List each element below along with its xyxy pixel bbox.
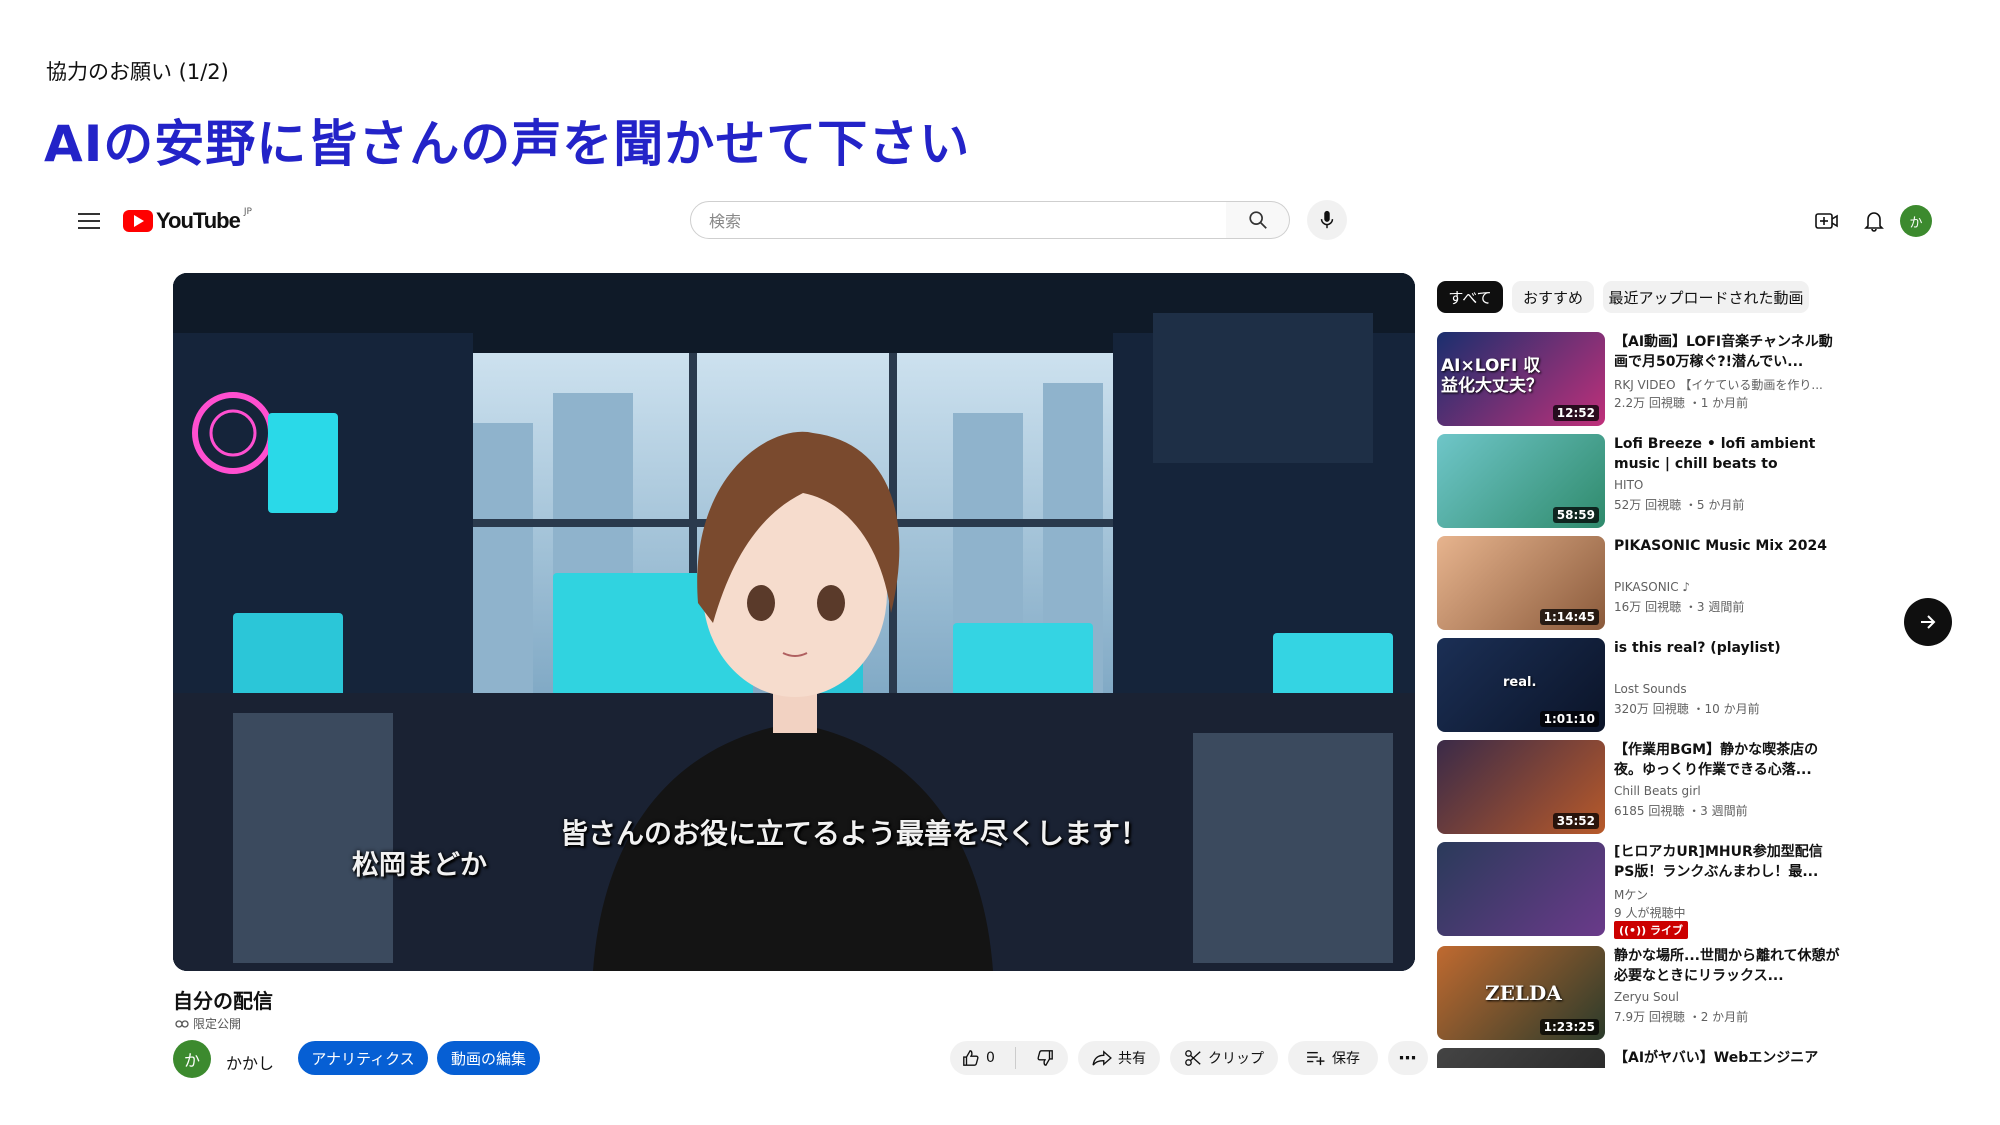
privacy-label: 限定公開 [193,1017,242,1031]
recommendation-thumbnail[interactable] [1437,1048,1605,1068]
save-button[interactable]: 保存 [1288,1041,1378,1075]
like-button[interactable]: 0 [962,1049,995,1067]
recommendation-channel[interactable]: Lost Sounds [1614,682,1846,696]
recommendation-meta: 9 人が視聴中 [1614,906,1686,920]
clip-label: クリップ [1208,1051,1264,1067]
clip-button[interactable]: クリップ [1170,1041,1278,1075]
live-badge: ((•)) ライブ [1614,921,1688,939]
recommendation-item[interactable]: 35:52 【作業用BGM】静かな喫茶店の夜。ゆっくり作業できる心落... Chil… [1437,740,1857,836]
create-video-button[interactable] [1811,205,1843,237]
duration-badge: 1:23:25 [1539,1019,1599,1035]
recommendation-meta: 6185 回視聴 ・3 週間前 [1614,804,1748,818]
duration-badge: 1:14:45 [1539,609,1599,625]
chip-recent-uploads[interactable]: 最近アップロードされた動画 [1603,281,1809,313]
recommendation-item[interactable]: 【AIがヤバい】Webエンジニア [1437,1048,1857,1068]
like-count: 0 [986,1050,995,1066]
slide-title: AIの安野に皆さんの声を聞かせて下さい [44,115,971,173]
recommendation-meta: 320万 回視聴 ・10 か月前 [1614,702,1760,716]
next-button[interactable] [1904,598,1952,646]
recommendation-meta: 2.2万 回視聴 ・1 か月前 [1614,396,1749,410]
recommendation-meta: 52万 回視聴 ・5 か月前 [1614,498,1745,512]
create-video-icon [1815,213,1838,229]
search-icon [1248,211,1267,229]
thumbnail-text: real. [1503,675,1537,690]
recommendation-thumbnail[interactable]: 58:59 [1437,434,1605,528]
channel-avatar[interactable]: か [173,1040,211,1078]
recommendation-item[interactable]: 58:59 Lofi Breeze • lofi ambient music | … [1437,434,1857,530]
chip-all[interactable]: すべて [1437,281,1503,313]
search-placeholder: 検索 [709,212,742,231]
recommendation-thumbnail[interactable]: 35:52 [1437,740,1605,834]
recommendation-title[interactable]: Lofi Breeze • lofi ambient music | chill… [1614,434,1846,474]
recommendation-meta: 16万 回視聴 ・3 週間前 [1614,600,1745,614]
duration-badge: 58:59 [1552,507,1599,523]
chip-recommended[interactable]: おすすめ [1512,281,1594,313]
recommendation-title[interactable]: 【作業用BGM】静かな喫茶店の夜。ゆっくり作業できる心落... [1614,740,1846,780]
recommendation-thumbnail[interactable]: real. 1:01:10 [1437,638,1605,732]
scissors-icon [1185,1050,1201,1066]
voice-search-button[interactable] [1307,200,1347,240]
hamburger-menu-icon[interactable] [74,209,104,233]
youtube-logo-text: YouTube [156,208,241,233]
recommendation-title[interactable]: 【AI動画】LOFI音楽チャンネル動画で月50万稼ぐ?!潜んでい... [1614,332,1846,372]
recommendation-title[interactable]: is this real? (playlist) [1614,638,1846,678]
youtube-logo[interactable]: YouTube JP [123,206,252,236]
arrow-right-icon [1921,615,1936,629]
link-icon [175,1019,189,1028]
recommendation-thumbnail[interactable]: ZELDA 1:23:25 [1437,946,1605,1040]
region-label: JP [243,207,252,217]
analytics-button[interactable]: アナリティクス [298,1041,428,1075]
recommendation-title[interactable]: PIKASONIC Music Mix 2024 [1614,536,1846,576]
playlist-add-icon [1307,1051,1325,1066]
more-actions-button[interactable]: ⋯ [1388,1041,1428,1075]
thumbs-down-icon [1037,1050,1053,1066]
duration-badge: 12:52 [1552,405,1599,421]
thumbs-up-icon [963,1050,979,1066]
recommendation-title[interactable]: 静かな場所...世間から離れて休憩が必要なときにリラックス... [1614,946,1846,986]
account-avatar[interactable]: か [1900,205,1932,237]
share-label: 共有 [1118,1051,1146,1067]
recommendation-channel[interactable]: Zeryu Soul [1614,990,1846,1004]
youtube-play-icon [123,210,153,232]
recommendation-channel[interactable]: HITO [1614,478,1846,492]
search-input[interactable]: 検索 [690,201,1227,239]
like-dislike-group: 0 [950,1041,1068,1075]
dislike-button[interactable] [1036,1049,1054,1067]
like-divider [1014,1047,1016,1069]
privacy-status: 限定公開 [175,1015,241,1032]
recommendation-channel[interactable]: RKJ VIDEO 【イケている動画を作り... [1614,376,1846,393]
recommendation-thumbnail[interactable] [1437,842,1605,936]
recommendation-thumbnail[interactable]: AI×LOFI 収益化大丈夫？ 12:52 [1437,332,1605,426]
bell-icon [1864,212,1884,232]
save-label: 保存 [1332,1051,1360,1067]
recommendation-item[interactable]: real. 1:01:10 is this real? (playlist) Lost… [1437,638,1857,734]
recommendation-title[interactable]: [ヒロアカUR]MHUR参加型配信 PS版！ランクぶんまわし！最... [1614,842,1846,882]
video-title: 自分の配信 [173,989,273,1013]
recommendation-item[interactable]: ZELDA 1:23:25 静かな場所...世間から離れて休憩が必要なときにリラック… [1437,946,1857,1042]
recommendation-channel[interactable]: Chill Beats girl [1614,784,1846,798]
channel-name[interactable]: かかし [226,1050,274,1074]
share-icon [1092,1050,1112,1066]
recommendation-thumbnail[interactable]: 1:14:45 [1437,536,1605,630]
edit-video-button[interactable]: 動画の編集 [437,1041,540,1075]
recommendation-item[interactable]: AI×LOFI 収益化大丈夫？ 12:52 【AI動画】LOFI音楽チャンネル動画で… [1437,332,1857,428]
video-speaker-name: 松岡まどか [352,850,487,881]
share-button[interactable]: 共有 [1078,1041,1160,1075]
recommendation-meta: 7.9万 回視聴 ・2 か月前 [1614,1010,1749,1024]
microphone-icon [1320,210,1334,229]
slide-subtitle: 協力のお願い (1/2) [46,60,229,84]
recommendation-title[interactable]: 【AIがヤバい】Webエンジニア [1614,1048,1846,1068]
recommendation-item[interactable]: [ヒロアカUR]MHUR参加型配信 PS版！ランクぶんまわし！最... Mケン 9 … [1437,842,1857,939]
thumbnail-text: AI×LOFI 収益化大丈夫？ [1441,356,1543,396]
recommendation-item[interactable]: 1:14:45 PIKASONIC Music Mix 2024 PIKASONIC… [1437,536,1857,632]
more-horizontal-icon: ⋯ [1398,1047,1418,1069]
recommendation-channel[interactable]: PIKASONIC ♪ [1614,580,1846,594]
duration-badge: 35:52 [1552,813,1599,829]
recommendation-channel[interactable]: Mケン [1614,886,1846,903]
video-subtitle-caption: 皆さんのお役に立てるよう最善を尽くします！ [560,817,1149,850]
duration-badge: 1:01:10 [1539,711,1599,727]
search-button[interactable] [1226,201,1290,239]
notifications-button[interactable] [1858,205,1890,237]
thumbnail-text: ZELDA [1485,981,1562,1005]
